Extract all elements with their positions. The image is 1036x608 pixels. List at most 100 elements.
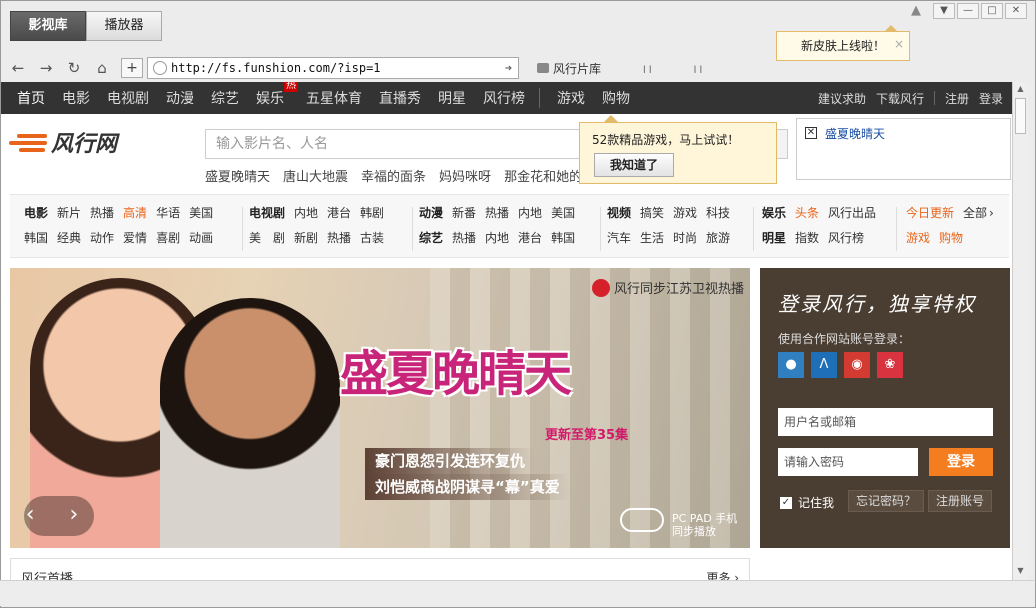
download-link[interactable]: 下载风行 <box>876 90 924 107</box>
cat-heading[interactable]: 综艺 <box>419 228 443 253</box>
banner-prev-next-arrows[interactable]: ‹ › <box>24 496 94 536</box>
menu-dropdown-icon[interactable]: ▼ <box>933 3 955 19</box>
cat-link[interactable]: 热播 <box>90 203 114 228</box>
nav-stars[interactable]: 明星 <box>438 88 466 108</box>
bookmark-library[interactable]: 风行片库 <box>537 60 601 77</box>
cat-link[interactable]: 港台 <box>518 228 542 253</box>
today-update-link[interactable]: 今日更新 <box>906 203 954 228</box>
cat-link[interactable]: 韩国 <box>551 228 575 253</box>
games-link[interactable]: 游戏 <box>906 228 930 253</box>
checkbox-checked-icon[interactable]: ✓ <box>780 496 792 509</box>
close-button[interactable]: ✕ <box>1005 3 1027 19</box>
scroll-down-icon[interactable]: ▼ <box>1015 566 1026 578</box>
site-logo[interactable]: 风行网 <box>9 126 117 158</box>
bookmark-placeholder[interactable]: ן ן <box>694 63 703 74</box>
nav-shopping[interactable]: 购物 <box>602 88 630 108</box>
password-field[interactable]: 请输入密码 <box>778 448 918 476</box>
got-it-button[interactable]: 我知道了 <box>594 153 674 177</box>
cat-link[interactable]: 美国 <box>551 203 575 228</box>
cat-link[interactable]: 风行榜 <box>828 228 864 253</box>
cat-link[interactable]: 动作 <box>90 228 114 253</box>
nav-sports[interactable]: 五星体育 <box>306 88 362 108</box>
cat-link[interactable]: 美 剧 <box>249 228 285 253</box>
cat-link[interactable]: 热播 <box>327 228 351 253</box>
nav-live[interactable]: 直播秀 <box>379 88 421 108</box>
cat-link[interactable]: 古装 <box>360 228 384 253</box>
cat-heading[interactable]: 娱乐 <box>762 203 786 228</box>
register-link[interactable]: 注册 <box>945 90 969 107</box>
hotword-link[interactable]: 唐山大地震 <box>283 166 348 185</box>
cat-link[interactable]: 汽车 <box>607 228 631 253</box>
cat-link[interactable]: 动画 <box>189 228 213 253</box>
cat-heading[interactable]: 视频 <box>607 203 631 228</box>
address-bar[interactable]: http://fs.funshion.com/?isp=1 ➜ <box>147 57 519 79</box>
bookmark-placeholder[interactable]: ן ן <box>643 63 652 74</box>
go-arrow-icon[interactable]: ➜ <box>505 61 512 75</box>
cat-heading[interactable]: 电视剧 <box>249 203 285 228</box>
cat-link[interactable]: 港台 <box>327 203 351 228</box>
hotword-link[interactable]: 幸福的面条 <box>361 166 426 185</box>
cat-link[interactable]: 经典 <box>57 228 81 253</box>
cat-link[interactable]: 喜剧 <box>156 228 180 253</box>
cat-link[interactable]: 时尚 <box>673 228 697 253</box>
register-account-button[interactable]: 注册账号 <box>928 490 993 512</box>
back-icon[interactable]: ← <box>7 57 29 79</box>
cat-link[interactable]: 指数 <box>795 228 819 253</box>
help-link[interactable]: 建议求助 <box>818 90 866 107</box>
hotword-link[interactable]: 妈妈咪呀 <box>439 166 491 185</box>
tab-library[interactable]: 影视库 <box>10 11 86 41</box>
cat-link[interactable]: 头条 <box>795 203 819 228</box>
cat-link[interactable]: 爱情 <box>123 228 147 253</box>
cat-link[interactable]: 高清 <box>123 203 147 228</box>
cat-link[interactable]: 风行出品 <box>828 203 876 228</box>
nav-movie[interactable]: 电影 <box>62 88 90 108</box>
cat-link[interactable]: 华语 <box>156 203 180 228</box>
remember-me[interactable]: ✓ 记住我 <box>780 494 834 511</box>
cat-link[interactable]: 韩剧 <box>360 203 384 228</box>
cat-link[interactable]: 内地 <box>485 228 509 253</box>
weibo-icon[interactable]: ◉ <box>844 352 870 378</box>
tab-player[interactable]: 播放器 <box>86 11 162 41</box>
nav-variety[interactable]: 综艺 <box>211 88 239 108</box>
search-input[interactable]: 输入影片名、人名 <box>205 129 625 159</box>
cat-heading[interactable]: 明星 <box>762 228 786 253</box>
cat-link[interactable]: 新番 <box>452 203 476 228</box>
refresh-icon[interactable]: ↻ <box>63 57 85 79</box>
forgot-password-button[interactable]: 忘记密码？ <box>848 490 925 512</box>
cat-link[interactable]: 内地 <box>518 203 542 228</box>
home-icon[interactable]: ⌂ <box>91 57 113 79</box>
cat-link[interactable]: 内地 <box>294 203 318 228</box>
ad-link[interactable]: 盛夏晚晴天 <box>825 125 885 142</box>
scroll-up-icon[interactable]: ▲ <box>1015 84 1026 96</box>
cat-link[interactable]: 新片 <box>57 203 81 228</box>
new-tab-button[interactable]: + <box>121 58 143 78</box>
nav-anime[interactable]: 动漫 <box>166 88 194 108</box>
all-link[interactable]: 全部 <box>963 203 987 228</box>
hotword-link[interactable]: 盛夏晚晴天 <box>205 166 270 185</box>
qq-icon[interactable]: ● <box>778 352 804 378</box>
skin-shirt-icon[interactable]: ▲ <box>907 3 925 19</box>
cat-link[interactable]: 生活 <box>640 228 664 253</box>
vertical-scrollbar[interactable]: ▲ ▼ <box>1012 82 1028 580</box>
cat-link[interactable]: 科技 <box>706 203 730 228</box>
cat-link[interactable]: 美国 <box>189 203 213 228</box>
login-button[interactable]: 登录 <box>929 448 993 476</box>
shopping-link[interactable]: 购物 <box>939 228 963 253</box>
login-link[interactable]: 登录 <box>979 90 1003 107</box>
cat-link[interactable]: 游戏 <box>673 203 697 228</box>
cat-link[interactable]: 新剧 <box>294 228 318 253</box>
cat-link[interactable]: 韩国 <box>24 228 48 253</box>
more-link[interactable]: 更多 › <box>706 569 739 580</box>
maximize-button[interactable]: □ <box>981 3 1003 19</box>
cat-heading[interactable]: 电影 <box>24 203 48 228</box>
nav-home[interactable]: 首页 <box>17 88 45 108</box>
scroll-thumb[interactable] <box>1015 98 1026 134</box>
renren-icon[interactable]: Λ <box>811 352 837 378</box>
nav-tv[interactable]: 电视剧 <box>107 88 149 108</box>
cat-link[interactable]: 旅游 <box>706 228 730 253</box>
forward-icon[interactable]: → <box>35 57 57 79</box>
cat-link[interactable]: 热播 <box>452 228 476 253</box>
cat-heading[interactable]: 动漫 <box>419 203 443 228</box>
cat-link[interactable]: 热播 <box>485 203 509 228</box>
kaixin-icon[interactable]: ❀ <box>877 352 903 378</box>
